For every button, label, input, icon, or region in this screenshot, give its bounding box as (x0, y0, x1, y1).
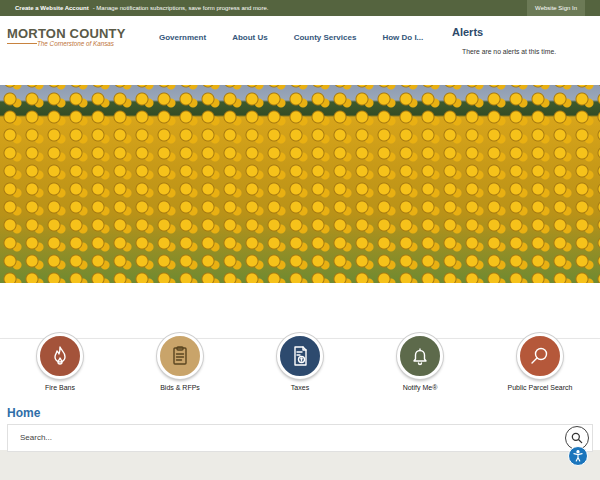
quick-link[interactable]: Taxes (240, 333, 360, 403)
top-bar: Create a Website Account - Manage notific… (0, 0, 600, 16)
quick-link-icon[interactable] (397, 333, 443, 379)
quick-link-icon[interactable] (157, 333, 203, 379)
quick-link-label[interactable]: Public Parcel Search (480, 383, 600, 394)
alerts-message: There are no alerts at this time. (452, 47, 600, 57)
hero-photo (0, 85, 600, 283)
sign-in-button[interactable]: Website Sign In (527, 0, 585, 16)
search-bar (7, 424, 593, 452)
nav-item[interactable]: County Services (281, 32, 370, 44)
logo-rule (7, 43, 37, 44)
quick-link-icon[interactable] (277, 333, 323, 379)
quick-link[interactable]: Bids & RFPs (120, 333, 240, 403)
quick-links: Fire BansBids & RFPsTaxesNotify Me®Publi… (0, 338, 600, 403)
logo-tagline: The Cornerstone of Kansas (37, 40, 132, 48)
main-nav: GovernmentAbout UsCounty ServicesHow Do … (132, 16, 436, 85)
alerts-panel: Alerts There are no alerts at this time. (452, 16, 600, 85)
logo[interactable]: MORTON COUNTYThe Cornerstone of Kansas (7, 16, 132, 85)
quick-link-label[interactable]: Bids & RFPs (120, 383, 240, 394)
nav-item[interactable]: Government (146, 32, 219, 44)
nav-item[interactable]: About Us (219, 32, 281, 44)
logo-title[interactable]: MORTON COUNTY (7, 26, 132, 41)
quick-link[interactable]: Fire Bans (0, 333, 120, 403)
account-message: Create a Website Account - Manage notific… (15, 4, 268, 13)
search-input[interactable] (18, 431, 565, 445)
quick-link-label[interactable]: Notify Me® (360, 383, 480, 394)
nav-item[interactable]: How Do I... (369, 32, 436, 44)
accessibility-icon[interactable] (568, 446, 588, 466)
quick-link-icon[interactable] (37, 333, 83, 379)
quick-link[interactable]: Notify Me® (360, 333, 480, 403)
header: MORTON COUNTYThe Cornerstone of KansasGo… (0, 16, 600, 85)
quick-link-label[interactable]: Fire Bans (0, 383, 120, 394)
page-title: Home (7, 406, 593, 421)
create-account-link[interactable]: Create a Website Account (15, 4, 89, 13)
account-note: - Manage notification subscriptions, sav… (93, 4, 269, 13)
quick-link-label[interactable]: Taxes (240, 383, 360, 394)
quick-link[interactable]: Public Parcel Search (480, 333, 600, 403)
spacer (0, 283, 600, 338)
quick-link-icon[interactable] (517, 333, 563, 379)
alerts-title: Alerts (452, 25, 600, 39)
content-area: Home (0, 403, 600, 450)
